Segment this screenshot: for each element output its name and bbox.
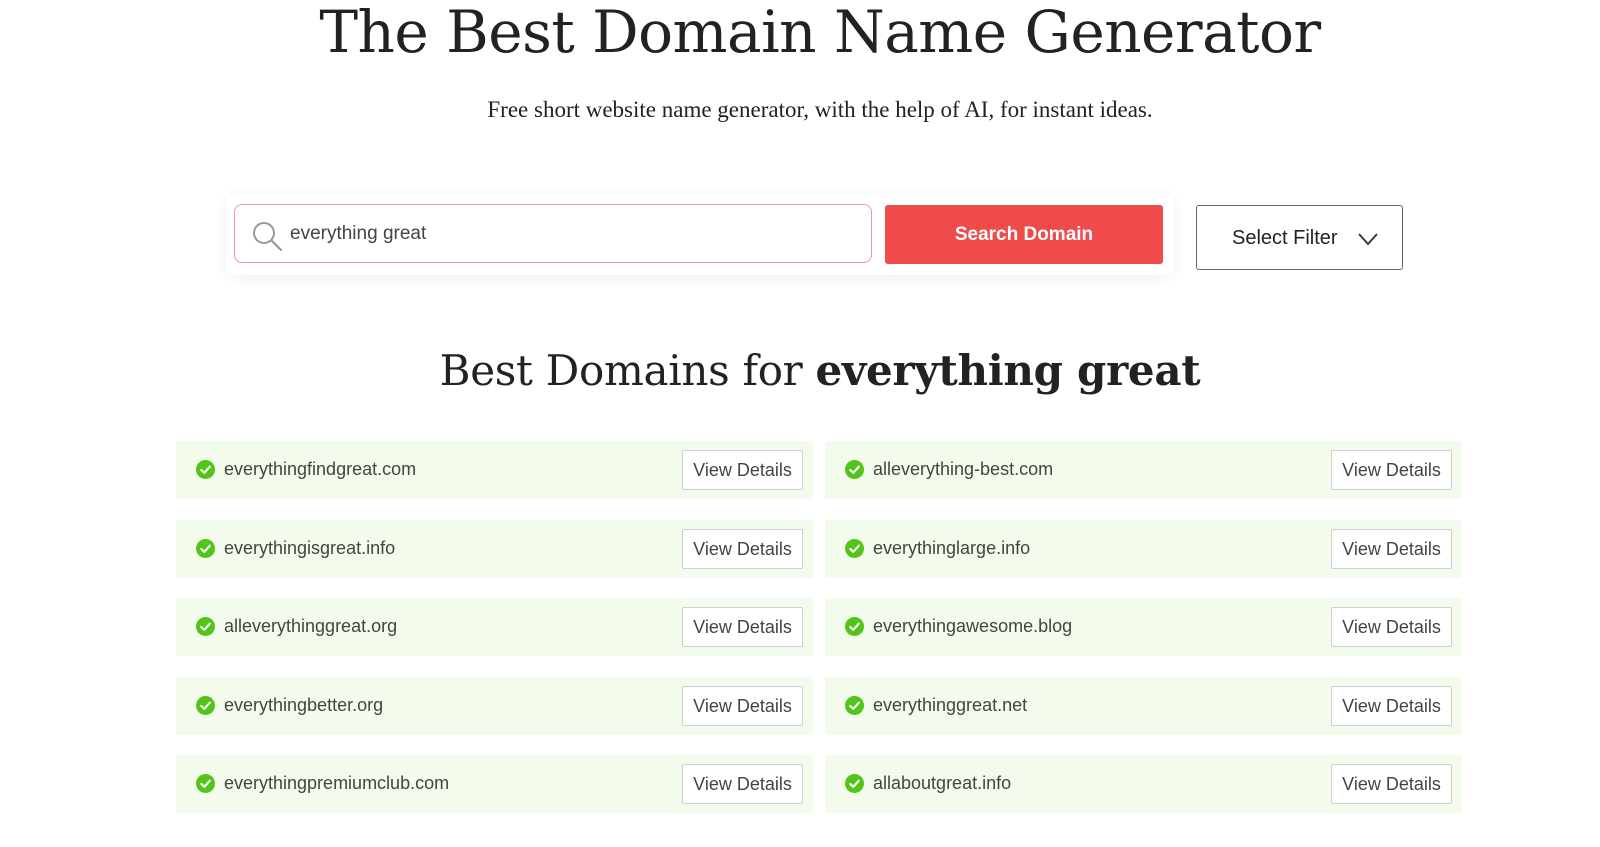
page-subtitle: Free short website name generator, with … [487,97,1153,122]
domain-name: everythingisgreat.info [224,538,396,558]
view-details-button[interactable]: View Details [682,686,803,726]
available-check-icon [845,696,864,715]
domain-name: alleverything-best.com [873,459,1054,479]
available-check-icon [196,617,215,636]
domain-name: everythingpremiumclub.com [224,773,450,793]
domain-result-card: alleverythinggreat.org View Details [176,598,813,656]
available-check-icon [196,774,215,793]
available-check-icon [845,539,864,558]
domain-result-card: alleverything-best.com View Details [825,441,1462,499]
page-title: The Best Domain Name Generator [319,0,1321,66]
results-heading: Best Domains for everything great [0,346,1600,395]
domain-name: everythingawesome.blog [873,616,1073,636]
domain-name: everythingbetter.org [224,695,384,715]
domain-result-card: everythingfindgreat.com View Details [176,441,813,499]
available-check-icon [845,617,864,636]
chevron-down-icon [1358,233,1378,246]
view-details-button[interactable]: View Details [682,529,803,569]
search-field[interactable] [234,204,872,263]
view-details-button[interactable]: View Details [1331,529,1452,569]
domain-result-card: everythinglarge.info View Details [825,520,1462,578]
view-details-button[interactable]: View Details [682,764,803,804]
view-details-button[interactable]: View Details [1331,450,1452,490]
domain-name: alleverythinggreat.org [224,616,398,636]
domain-result-card: everythinggreat.net View Details [825,677,1462,735]
results-heading-query: everything great [815,346,1201,395]
domain-result-card: allaboutgreat.info View Details [825,755,1462,813]
domain-name: everythinggreat.net [873,695,1028,715]
available-check-icon [845,460,864,479]
search-icon [253,222,283,252]
domain-result-card: everythingpremiumclub.com View Details [176,755,813,813]
available-check-icon [845,774,864,793]
domain-name: everythingfindgreat.com [224,459,417,479]
available-check-icon [196,539,215,558]
domain-result-card: everythingisgreat.info View Details [176,520,813,578]
domain-name: everythinglarge.info [873,538,1031,558]
view-details-button[interactable]: View Details [1331,764,1452,804]
search-bar: Search Domain [226,195,1174,275]
view-details-button[interactable]: View Details [682,450,803,490]
domain-name: allaboutgreat.info [873,773,1012,793]
search-domain-button[interactable]: Search Domain [885,205,1163,264]
view-details-button[interactable]: View Details [1331,686,1452,726]
available-check-icon [196,460,215,479]
available-check-icon [196,696,215,715]
view-details-button[interactable]: View Details [682,607,803,647]
select-filter-label: Select Filter [1232,227,1338,249]
view-details-button[interactable]: View Details [1331,607,1452,647]
results-heading-prefix: Best Domains for [439,346,816,395]
domain-result-card: everythingbetter.org View Details [176,677,813,735]
search-input[interactable] [290,217,850,251]
domain-result-card: everythingawesome.blog View Details [825,598,1462,656]
select-filter-dropdown[interactable]: Select Filter [1196,205,1403,270]
